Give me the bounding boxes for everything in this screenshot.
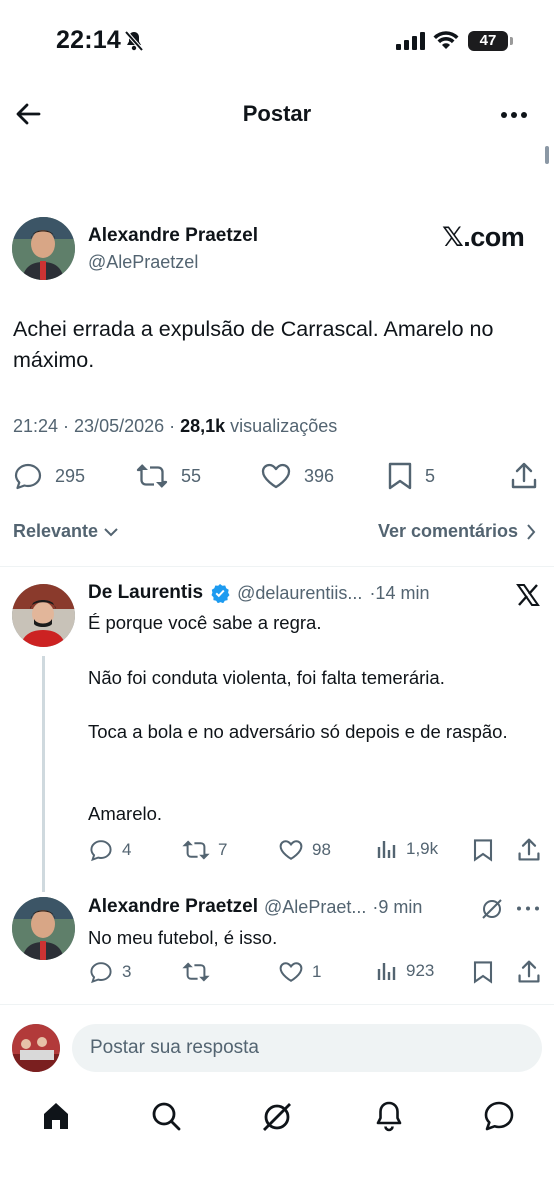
messages-icon[interactable] [483, 1100, 515, 1132]
reply-author-handle[interactable]: @delaurentiis... [237, 583, 362, 604]
repost-count: 55 [181, 465, 202, 486]
sort-label: Relevante [13, 521, 99, 541]
x-brand-logo: 𝕏.com [442, 222, 525, 252]
see-comments-label: Ver comentários [377, 521, 518, 541]
reply-avatar[interactable] [12, 897, 75, 960]
reply-repost-button[interactable] [182, 960, 218, 984]
bookmark-icon [387, 461, 413, 491]
author-avatar[interactable] [12, 217, 75, 280]
repost-icon [135, 461, 169, 491]
share-icon[interactable] [517, 959, 541, 985]
author-handle[interactable]: @AlePraetzel [88, 252, 198, 273]
post-views-label: visualizações [225, 416, 338, 436]
reply-views-count: 923 [406, 961, 435, 980]
heart-icon [278, 960, 304, 984]
reply-text-line: É porque você sabe a regra. [88, 612, 322, 633]
sort-dropdown[interactable]: Relevante [13, 521, 118, 542]
page-title: Postar [242, 101, 312, 126]
post-views-count: 28,1k [180, 416, 226, 436]
repost-icon [182, 960, 210, 984]
reply-header: De Laurentis @delaurentiis... ·14 min [88, 582, 429, 604]
bookmark-count: 5 [425, 465, 436, 486]
reply-count: 295 [55, 465, 86, 486]
reply-button[interactable]: 295 [13, 461, 85, 491]
author-name[interactable]: Alexandre Praetzel [88, 225, 258, 247]
reply-input[interactable]: Postar sua resposta [72, 1024, 542, 1072]
reply-reply-button[interactable]: 4 [88, 838, 131, 862]
post-meta: 21:24 · 23/05/2026 · 28,1k visualizações [13, 416, 337, 437]
bell-off-icon [124, 30, 144, 52]
notifications-bell-icon[interactable] [373, 1100, 405, 1132]
search-icon[interactable] [150, 1100, 182, 1132]
views-chart-icon [376, 838, 398, 860]
reply-icon [13, 461, 43, 491]
grok-icon[interactable] [260, 1100, 294, 1134]
reply-views-count: 1,9k [406, 839, 439, 858]
reply-repost-button[interactable]: 7 [182, 838, 227, 862]
reply-reply-button[interactable]: 3 [88, 960, 131, 984]
signal-icon [396, 32, 426, 50]
battery-tip [510, 37, 513, 45]
views-chart-icon [376, 960, 398, 982]
reply-views[interactable]: 1,9k [376, 838, 438, 860]
reply-icon [88, 838, 114, 862]
reply-time: ·9 min [372, 896, 423, 917]
bookmark-icon[interactable] [472, 960, 494, 984]
scrollbar[interactable] [545, 146, 549, 164]
reply-text-line: No meu futebol, é isso. [88, 927, 278, 948]
repost-icon [182, 838, 210, 862]
grok-icon[interactable] [480, 897, 504, 921]
reply-repost-count: 7 [218, 840, 228, 859]
post-timestamp: 21:24 · 23/05/2026 · [13, 416, 181, 436]
post-text: Achei errada a expulsão de Carrascal. Am… [13, 317, 494, 372]
reply-reply-count: 4 [122, 840, 132, 859]
reply-author-name[interactable]: Alexandre Praetzel [88, 896, 258, 918]
thread-line [42, 656, 45, 892]
divider [0, 566, 554, 567]
reply-text-line: Amarelo. [88, 803, 163, 824]
see-comments-link[interactable]: Ver comentários [378, 521, 536, 542]
reply-header: Alexandre Praetzel @AlePraet... ·9 min [88, 896, 422, 918]
reply-author-handle[interactable]: @AlePraet... [264, 897, 366, 918]
reply-text-line: Não foi conduta violenta, foi falta teme… [88, 667, 445, 688]
reply-like-button[interactable]: 98 [278, 838, 331, 862]
share-icon[interactable] [510, 461, 538, 491]
reply-text-line: Toca a bola e no adversário só depois e … [88, 721, 508, 742]
battery-indicator: 47 [468, 31, 508, 51]
my-avatar[interactable] [12, 1024, 60, 1072]
share-icon[interactable] [517, 837, 541, 863]
reply-avatar[interactable] [12, 584, 75, 647]
bookmark-icon[interactable] [472, 838, 494, 862]
reply-views[interactable]: 923 [376, 960, 434, 982]
status-time: 22:14 [56, 26, 121, 54]
reply-author-name[interactable]: De Laurentis [88, 582, 203, 604]
wifi-icon [433, 30, 459, 50]
home-icon[interactable] [40, 1100, 72, 1132]
chevron-down-icon [104, 527, 118, 537]
heart-icon [278, 838, 304, 862]
heart-icon [260, 461, 292, 491]
more-options-icon[interactable] [516, 906, 540, 911]
reply-icon [88, 960, 114, 984]
reply-like-count: 1 [312, 962, 322, 981]
bookmark-button[interactable]: 5 [387, 461, 435, 491]
verified-badge-icon [210, 583, 230, 603]
more-options-icon[interactable] [500, 111, 528, 119]
repost-button[interactable]: 55 [135, 461, 201, 491]
reply-like-count: 98 [312, 840, 331, 859]
reply-reply-count: 3 [122, 962, 132, 981]
reply-like-button[interactable]: 1 [278, 960, 321, 984]
divider [0, 1004, 554, 1005]
like-count: 396 [304, 465, 335, 486]
like-button[interactable]: 396 [260, 461, 334, 491]
chevron-right-icon [526, 523, 536, 540]
reply-time: ·14 min [369, 582, 430, 603]
x-logo-icon [516, 583, 540, 607]
